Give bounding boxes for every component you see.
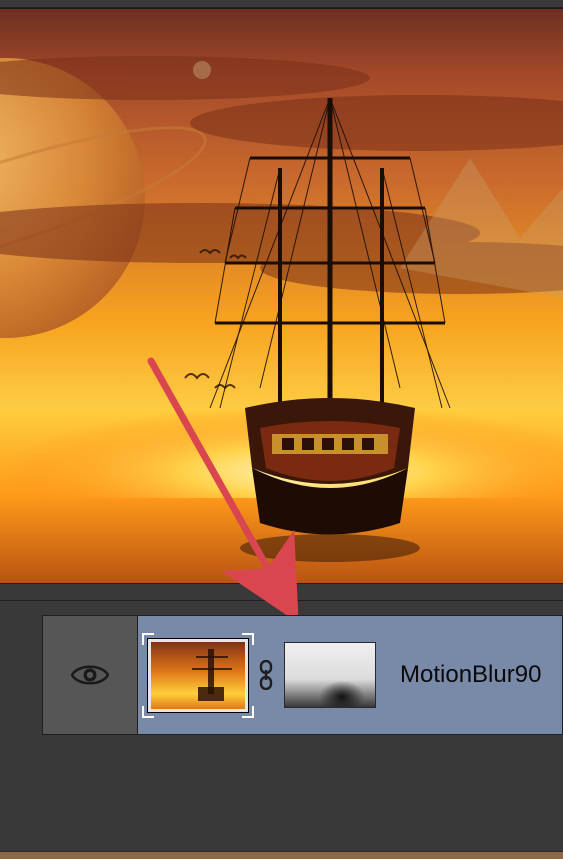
link-icon-svg <box>258 660 274 690</box>
status-bar-strip <box>0 851 563 859</box>
layer-thumbnail[interactable] <box>148 639 248 712</box>
thumbnail-selection-frame <box>148 639 248 712</box>
mask-thumbnail-image <box>285 643 376 708</box>
panel-empty-region <box>0 741 563 851</box>
layers-panel: MotionBlur90 <box>0 601 563 741</box>
layer-visibility-toggle[interactable] <box>42 615 138 735</box>
document-canvas[interactable] <box>0 8 563 583</box>
window-chrome-strip <box>0 0 563 8</box>
layer-name-label[interactable]: MotionBlur90 <box>400 661 541 689</box>
canvas-border <box>0 8 563 583</box>
layer-row[interactable]: MotionBlur90 <box>42 615 563 735</box>
layer-mask-thumbnail[interactable] <box>284 642 376 708</box>
layer-content-area[interactable]: MotionBlur90 <box>138 615 563 735</box>
link-icon[interactable] <box>258 660 274 690</box>
panel-divider <box>0 583 563 601</box>
eye-icon <box>71 662 109 688</box>
